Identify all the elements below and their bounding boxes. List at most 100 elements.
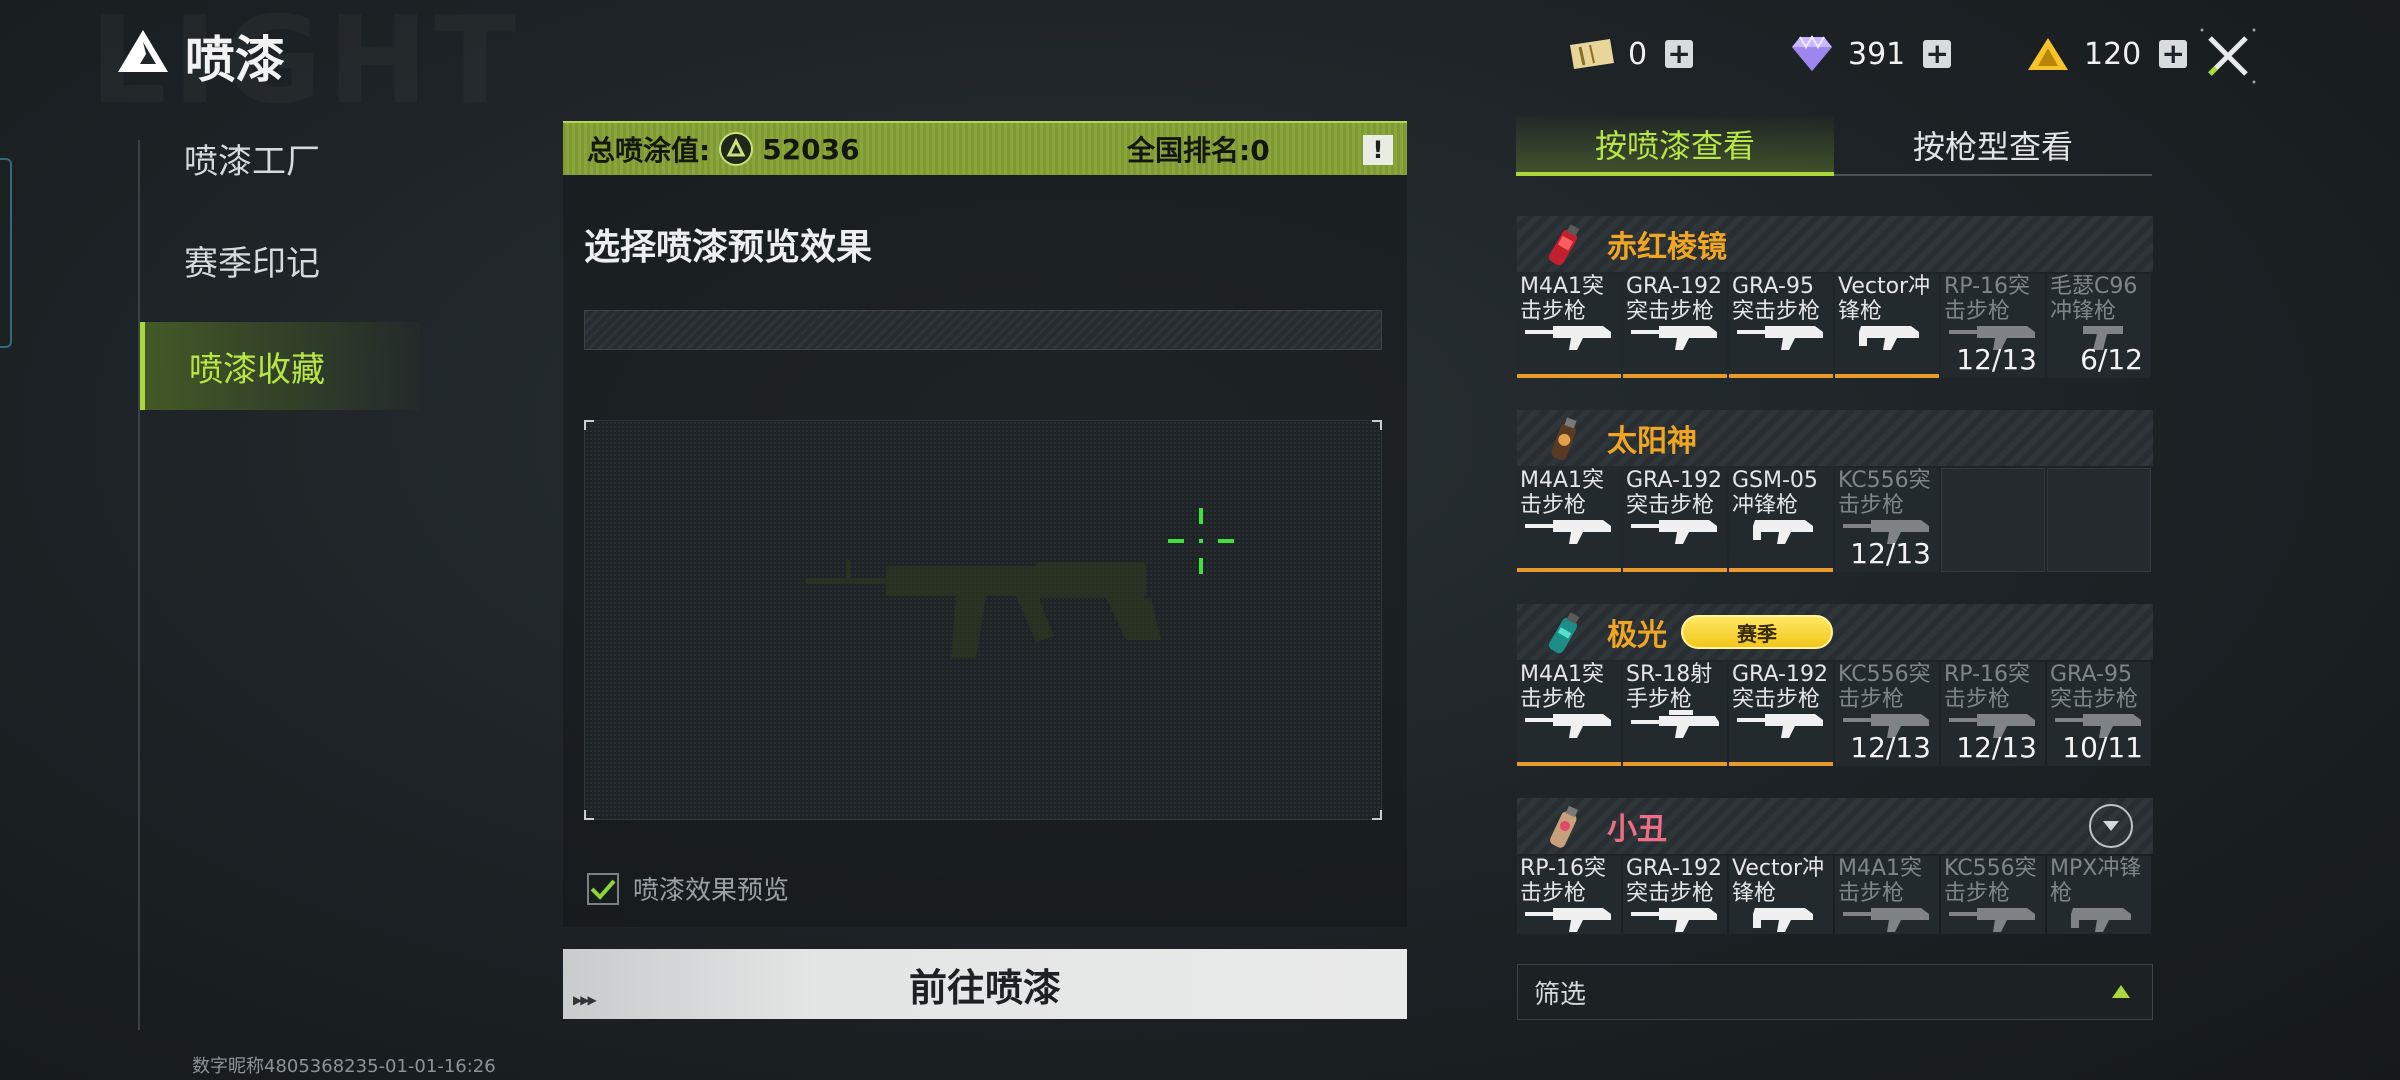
rifle-silhouette-icon <box>806 560 1161 658</box>
weapon-cell[interactable]: M4A1突击步枪 <box>1517 468 1621 572</box>
rifle-icon <box>1525 714 1611 738</box>
add-coin-button[interactable]: + <box>2159 40 2188 68</box>
national-rank: 全国排名:0 <box>1127 134 1270 167</box>
side-drawer-handle[interactable] <box>0 158 12 348</box>
weapon-cell[interactable]: RP-16突击步枪 12/13 <box>1941 274 2045 378</box>
preview-checkbox[interactable] <box>587 872 619 905</box>
go-spray-button-label: 前往喷漆 <box>908 965 1061 1010</box>
triangle-coin-icon <box>2022 34 2074 74</box>
spray-group-header[interactable]: 极光 赛季 <box>1517 604 2153 660</box>
weapon-cell[interactable]: GRA-192突击步枪 <box>1623 468 1727 572</box>
rifle-icon <box>1525 908 1611 932</box>
aurora-spray-can-icon <box>1548 612 1580 654</box>
weapon-cell[interactable]: KC556突击步枪 <box>1941 856 2045 934</box>
spray-group-aurora: 极光 赛季 M4A1突击步枪 SR-18射手步枪 GRA-192突击步枪 KC5… <box>1517 604 2153 766</box>
spray-group-header[interactable]: 赤红棱镜 <box>1517 216 2153 272</box>
rifle-icon <box>1525 326 1611 350</box>
currency-coin: 120 + <box>2022 30 2188 78</box>
total-spray-score-value: 52036 <box>762 132 860 166</box>
spray-group-name: 太阳神 <box>1607 424 1697 459</box>
smg-icon <box>2071 908 2131 932</box>
spray-group-header[interactable]: 小丑 <box>1517 798 2153 854</box>
score-bar: 总喷涂值: 52036 全国排名:0 ! <box>563 121 1407 175</box>
ticket-icon <box>1566 34 1618 74</box>
spray-group-header[interactable]: 太阳神 <box>1517 410 2153 466</box>
clown-spray-can-icon <box>1550 805 1578 848</box>
rifle-icon <box>1525 520 1611 544</box>
go-spray-button[interactable]: 前往喷漆 ▶▶▶ <box>563 949 1407 1019</box>
triple-arrow-icon: ▶▶▶ <box>573 993 597 1007</box>
rifle-icon <box>1737 714 1823 738</box>
weapon-cell[interactable]: GRA-95突击步枪 10/11 <box>2047 662 2151 766</box>
close-icon[interactable] <box>2196 24 2260 88</box>
spray-selection-strip[interactable] <box>584 310 1382 350</box>
rifle-icon <box>1631 908 1717 932</box>
nav-item-spray-collection[interactable]: 喷漆收藏 <box>140 322 420 410</box>
rifle-icon <box>1631 326 1717 350</box>
check-icon <box>590 879 616 900</box>
weapon-cell[interactable]: KC556突击步枪 12/13 <box>1835 468 1939 572</box>
tab-by-weapon[interactable]: 按枪型查看 <box>1834 116 2152 176</box>
smg-icon <box>1859 326 1919 350</box>
empty-weapon-slot <box>2047 468 2151 572</box>
weapon-cell[interactable]: M4A1突击步枪 <box>1517 662 1621 766</box>
filter-dropdown[interactable]: 筛选 <box>1517 964 2153 1020</box>
weapon-cell[interactable]: M4A1突击步枪 <box>1517 274 1621 378</box>
weapon-cell[interactable]: SR-18射手步枪 <box>1623 662 1727 766</box>
info-button[interactable]: ! <box>1363 135 1393 165</box>
rifle-icon <box>1737 326 1823 350</box>
red-spray-can-icon <box>1548 224 1580 266</box>
nav-item-season-mark[interactable]: 赛季印记 <box>140 216 420 304</box>
spray-group-clown: 小丑 RP-16突击步枪 GRA-192突击步枪 Vector冲锋枪 M4A1突… <box>1517 798 2153 934</box>
weapon-cell[interactable]: Vector冲锋枪 <box>1729 856 1833 934</box>
preview-title: 选择喷漆预览效果 <box>584 227 873 268</box>
player-id-text: 数字昵称4805368235-01-01-16:26 <box>192 1056 496 1077</box>
weapon-cell[interactable]: MPX冲锋枪 <box>2047 856 2151 934</box>
weapon-cell[interactable]: 毛瑟C96冲锋枪 6/12 <box>2047 274 2151 378</box>
weapon-cell[interactable]: RP-16突击步枪 12/13 <box>1941 662 2045 766</box>
currency-diamond: 391 + <box>1786 30 1952 78</box>
weapon-cell[interactable]: GRA-192突击步枪 <box>1729 662 1833 766</box>
weapon-cell[interactable]: Vector冲锋枪 <box>1835 274 1939 378</box>
game-logo-icon <box>118 30 168 72</box>
spray-group-name: 小丑 <box>1607 812 1667 847</box>
expand-button[interactable] <box>2089 804 2133 848</box>
weapon-cell[interactable]: GRA-192突击步枪 <box>1623 856 1727 934</box>
spray-score-coin-icon <box>719 132 754 166</box>
chevron-down-icon <box>2103 821 2119 831</box>
diamond-count: 391 <box>1848 36 1906 72</box>
chevron-up-icon <box>2112 985 2130 998</box>
preview-checkbox-label: 喷漆效果预览 <box>633 876 790 906</box>
weapon-cell[interactable]: GSM-05冲锋枪 <box>1729 468 1833 572</box>
add-ticket-button[interactable]: + <box>1665 40 1694 68</box>
ticket-count: 0 <box>1628 36 1648 72</box>
season-badge: 赛季 <box>1681 615 1833 649</box>
coin-count: 120 <box>2084 36 2142 72</box>
smg-icon <box>1753 520 1813 544</box>
tab-by-spray[interactable]: 按喷漆查看 <box>1516 116 1834 176</box>
filter-label: 筛选 <box>1534 979 1587 1010</box>
spray-group-sun-god: 太阳神 M4A1突击步枪 GRA-192突击步枪 GSM-05冲锋枪 KC556… <box>1517 410 2153 572</box>
weapon-cell[interactable]: RP-16突击步枪 <box>1517 856 1621 934</box>
weapon-cell[interactable]: M4A1突击步枪 <box>1835 856 1939 934</box>
spray-group-name: 极光 <box>1607 618 1667 653</box>
empty-weapon-slot <box>1941 468 2045 572</box>
currency-ticket: 0 + <box>1566 30 1694 78</box>
sun-god-spray-can-icon <box>1551 417 1577 461</box>
rifle-icon <box>1949 908 2035 932</box>
nav-item-spray-factory[interactable]: 喷漆工厂 <box>140 114 420 202</box>
preview-toggle[interactable]: 喷漆效果预览 <box>587 870 789 907</box>
weapon-cell[interactable]: KC556突击步枪 12/13 <box>1835 662 1939 766</box>
rifle-icon <box>1843 908 1929 932</box>
total-spray-score-label: 总喷涂值: <box>587 134 711 167</box>
add-diamond-button[interactable]: + <box>1923 40 1952 68</box>
spray-group-red-prism: 赤红棱镜 M4A1突击步枪 GRA-192突击步枪 GRA-95突击步枪 Vec… <box>1517 216 2153 378</box>
rifle-icon <box>1631 520 1717 544</box>
sniper-rifle-icon <box>1631 710 1719 738</box>
crosshair-icon <box>1168 508 1234 574</box>
weapon-cell[interactable]: GRA-95突击步枪 <box>1729 274 1833 378</box>
page-title: 喷漆 <box>185 31 285 89</box>
weapon-cell[interactable]: GRA-192突击步枪 <box>1623 274 1727 378</box>
spray-group-name: 赤红棱镜 <box>1607 230 1727 265</box>
diamond-icon <box>1786 34 1838 74</box>
